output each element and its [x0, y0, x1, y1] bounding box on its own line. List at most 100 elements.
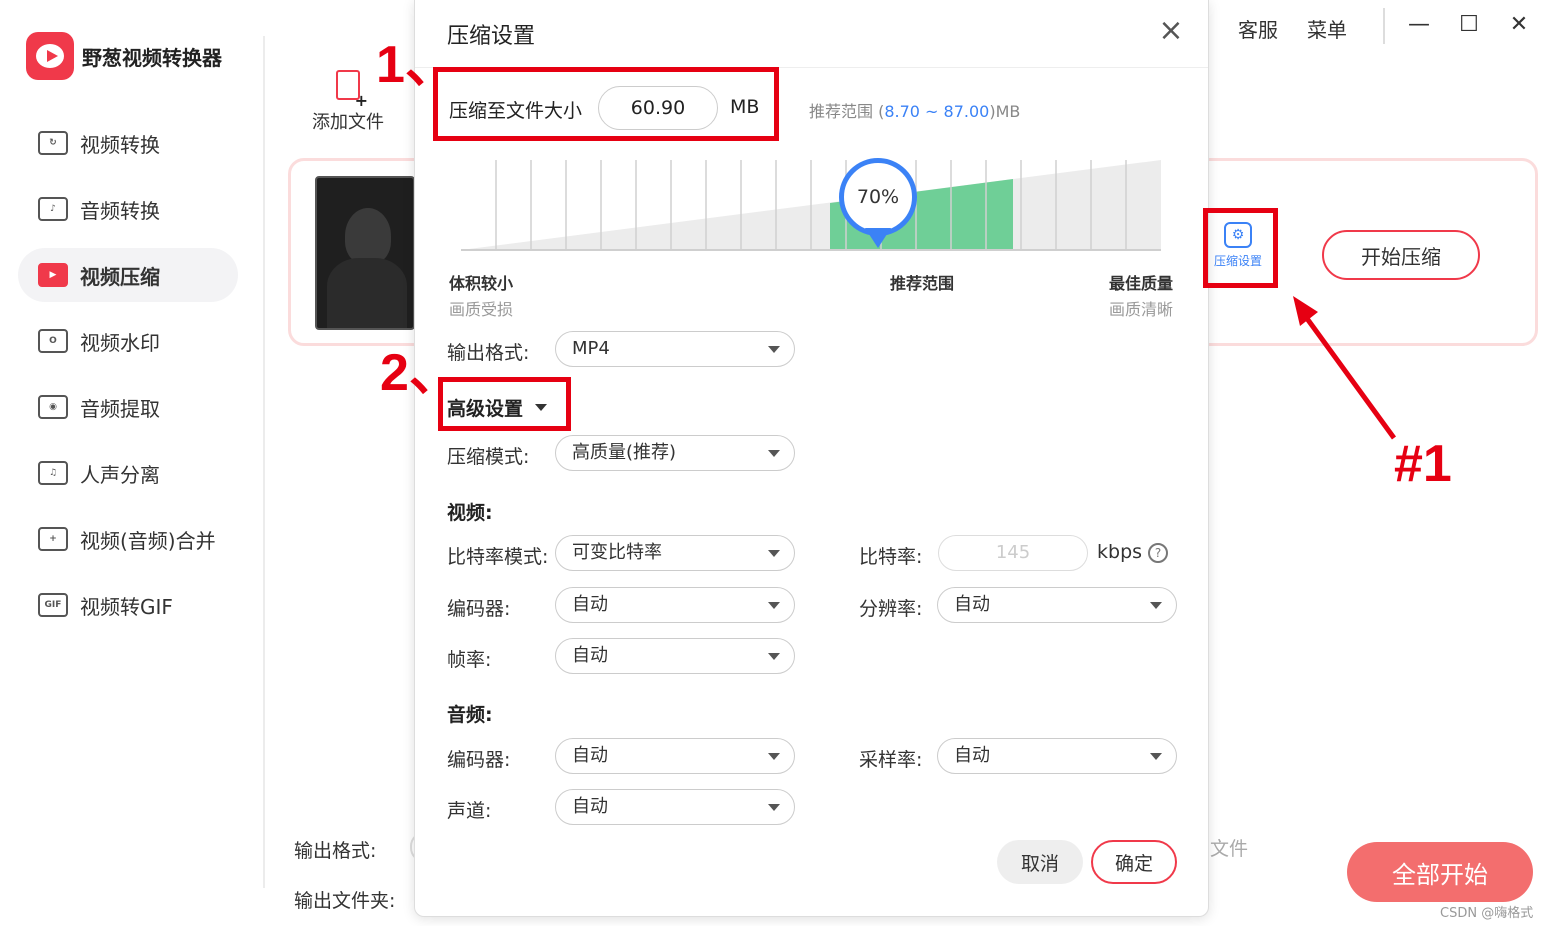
add-file-icon [336, 70, 368, 110]
sidebar-item-gif[interactable]: GIF 视频转GIF [18, 578, 238, 632]
app-logo-icon [26, 32, 74, 80]
minimize-icon[interactable]: — [1404, 10, 1434, 40]
output-folder-label: 输出文件夹: [294, 890, 396, 912]
output-format-select[interactable]: MP4 [555, 331, 795, 367]
app-name: 野葱视频转换器 [82, 45, 222, 70]
quality-slider-knob[interactable]: 70% [839, 158, 917, 236]
sidebar-item-audio-convert[interactable]: ♪ 音频转换 [18, 182, 238, 236]
scale-right-title: 最佳质量 [1109, 274, 1174, 293]
recommended-prefix: 推荐范围 ( [809, 102, 885, 121]
output-format-label: 输出格式: [294, 840, 377, 862]
sidebar-item-video-compress[interactable]: ▶ 视频压缩 [18, 248, 238, 302]
slider-pin-icon [865, 228, 891, 248]
resolution-value: 自动 [954, 594, 990, 615]
start-all-button[interactable]: 全部开始 [1347, 842, 1533, 902]
support-button[interactable]: 客服 [1238, 14, 1278, 43]
framerate-select[interactable]: 自动 [555, 638, 795, 674]
window-close-icon[interactable]: ✕ [1504, 10, 1534, 40]
menu-button[interactable]: 菜单 [1307, 14, 1347, 43]
thumbnail-figure [345, 208, 391, 264]
audio-section-title: 音频: [447, 704, 493, 726]
compress-mode-value: 高质量(推荐) [572, 442, 677, 463]
thumbnail-body [327, 258, 407, 328]
watermark-icon: O [38, 329, 68, 353]
channel-label: 声道: [447, 800, 492, 822]
channel-select[interactable]: 自动 [555, 789, 795, 825]
bitrate-mode-select[interactable]: 可变比特率 [555, 535, 795, 571]
sidebar-item-merge[interactable]: + 视频(音频)合并 [18, 512, 238, 566]
bitrate-unit: kbps [1097, 541, 1143, 563]
recommended-range: 推荐范围 (8.70 ~ 87.00)MB [809, 98, 1020, 122]
sidebar-nav: ↻ 视频转换 ♪ 音频转换 ▶ 视频压缩 O 视频水印 ◉ 音频提取 ♫ 人声分… [18, 116, 238, 644]
output-format-value: MP4 [572, 338, 610, 359]
app-logo: 野葱视频转换器 [26, 32, 222, 80]
bitrate-mode-value: 可变比特率 [572, 542, 662, 563]
annotation-box-settings [1203, 208, 1278, 288]
app-window: 野葱视频转换器 ↻ 视频转换 ♪ 音频转换 ▶ 视频压缩 O 视频水印 ◉ 音频… [0, 0, 1555, 926]
sidebar-item-label: 音频提取 [80, 396, 160, 421]
dialog-header: 压缩设置 × [415, 0, 1208, 68]
scale-right-sub: 画质清晰 [1109, 300, 1174, 319]
framerate-label: 帧率: [447, 649, 492, 671]
gif-icon: GIF [38, 593, 68, 617]
sidebar-item-label: 视频压缩 [80, 264, 160, 289]
scale-left-sub: 画质受损 [449, 300, 514, 319]
compress-mode-select[interactable]: 高质量(推荐) [555, 435, 795, 471]
sidebar-item-label: 视频水印 [80, 330, 160, 355]
start-compress-button[interactable]: 开始压缩 [1322, 230, 1480, 280]
merge-icon: + [38, 527, 68, 551]
watermark-text: CSDN @嗨格式 [1440, 906, 1534, 921]
video-section-title: 视频: [447, 502, 493, 524]
annotation-box-target-size [433, 67, 779, 141]
sidebar-item-label: 视频转换 [80, 132, 160, 157]
resolution-select[interactable]: 自动 [937, 587, 1177, 623]
annotation-step-2: 2、 [380, 344, 461, 402]
maximize-icon[interactable]: ☐ [1454, 10, 1484, 40]
sidebar-item-label: 人声分离 [80, 462, 160, 487]
video-compress-icon: ▶ [38, 263, 68, 287]
video-codec-select[interactable]: 自动 [555, 587, 795, 623]
sidebar-item-vocal-separate[interactable]: ♫ 人声分离 [18, 446, 238, 500]
recommended-suffix: )MB [989, 102, 1021, 121]
audio-convert-icon: ♪ [38, 197, 68, 221]
channel-value: 自动 [572, 796, 608, 817]
sidebar-item-label: 视频转GIF [80, 594, 173, 619]
video-convert-icon: ↻ [38, 131, 68, 155]
sidebar-item-video-convert[interactable]: ↻ 视频转换 [18, 116, 238, 170]
bitrate-mode-label: 比特率模式: [447, 546, 549, 568]
sidebar-divider [263, 36, 265, 888]
video-codec-label: 编码器: [447, 598, 511, 620]
sidebar-item-label: 音频转换 [80, 198, 160, 223]
sidebar-item-label: 视频(音频)合并 [80, 528, 216, 553]
bitrate-label: 比特率: [859, 546, 923, 568]
topbar-divider [1383, 8, 1385, 44]
audio-codec-select[interactable]: 自动 [555, 738, 795, 774]
samplerate-value: 自动 [954, 745, 990, 766]
audio-extract-icon: ◉ [38, 395, 68, 419]
video-thumbnail[interactable] [315, 176, 415, 330]
samplerate-select[interactable]: 自动 [937, 738, 1177, 774]
framerate-value: 自动 [572, 645, 608, 666]
open-folder-link[interactable]: 文件 [1210, 834, 1248, 861]
ok-button[interactable]: 确定 [1091, 840, 1177, 884]
audio-codec-label: 编码器: [447, 749, 511, 771]
scale-mid-title: 推荐范围 [890, 274, 955, 293]
vocal-separate-icon: ♫ [38, 461, 68, 485]
cancel-button[interactable]: 取消 [997, 840, 1083, 884]
resolution-label: 分辨率: [859, 598, 923, 620]
video-codec-value: 自动 [572, 594, 608, 615]
scale-left-title: 体积较小 [449, 274, 514, 293]
bitrate-input[interactable]: 145 [938, 535, 1088, 571]
close-icon[interactable]: × [1156, 16, 1186, 46]
compress-mode-label: 压缩模式: [447, 446, 530, 468]
quality-slider-track[interactable] [461, 160, 1161, 252]
recommended-values: 8.70 ~ 87.00 [884, 102, 990, 121]
add-file-label: 添加文件 [312, 112, 384, 133]
dialog-title: 压缩设置 [447, 24, 536, 49]
sidebar-item-watermark[interactable]: O 视频水印 [18, 314, 238, 368]
help-icon[interactable]: ? [1148, 543, 1168, 563]
annotation-marker: #1 [1394, 435, 1452, 493]
audio-codec-value: 自动 [572, 745, 608, 766]
sidebar-item-audio-extract[interactable]: ◉ 音频提取 [18, 380, 238, 434]
samplerate-label: 采样率: [859, 749, 923, 771]
